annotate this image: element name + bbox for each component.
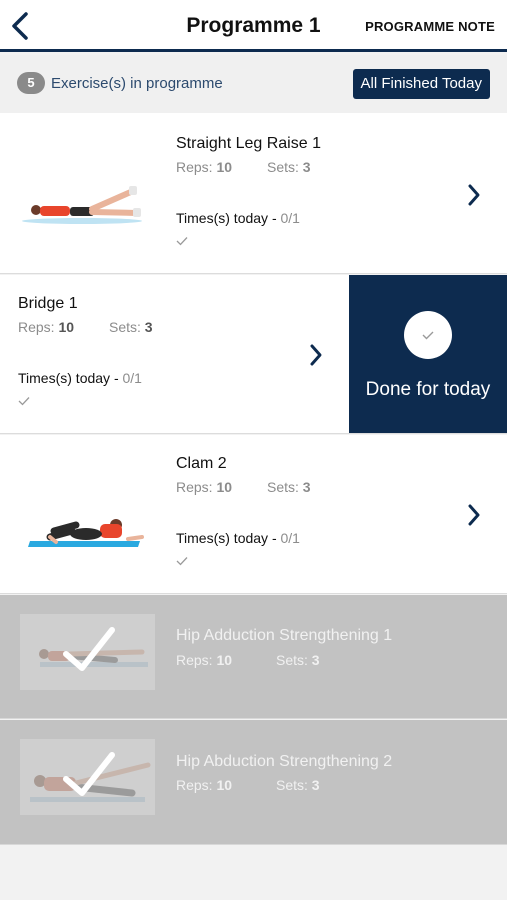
times-today: Times(s) today - 0/1	[18, 370, 142, 386]
exercise-card-hip-abduction[interactable]: Hip Abduction Strengthening 2 Reps: 10 S…	[0, 720, 507, 845]
reps-label: Reps:	[18, 319, 55, 335]
times-label: Times(s) today -	[176, 210, 277, 226]
sets-label: Sets:	[276, 652, 308, 668]
exercise-thumbnail	[20, 171, 155, 247]
times-value: 0/1	[280, 210, 300, 226]
chevron-right-icon[interactable]	[308, 343, 324, 367]
sets-value: 3	[311, 777, 320, 793]
exercise-card-straight-leg-raise[interactable]: Straight Leg Raise 1 Reps: 10 Sets: 3 Ti…	[0, 113, 507, 274]
done-for-today-button[interactable]: Done for today	[349, 275, 507, 433]
reps-value: 10	[58, 319, 75, 335]
exercise-count-badge: 5	[17, 72, 45, 94]
exercise-thumbnail	[20, 614, 155, 690]
sets-info: Sets: 3	[109, 319, 153, 335]
times-label: Times(s) today -	[18, 370, 119, 386]
reps-label: Reps:	[176, 479, 213, 495]
exercise-thumbnail	[20, 501, 155, 577]
sets-info: Sets: 3	[276, 652, 320, 668]
check-icon	[176, 237, 188, 246]
reps-info: Reps: 10	[176, 479, 232, 495]
times-today: Times(s) today - 0/1	[176, 210, 300, 226]
exercise-card-clam[interactable]: Clam 2 Reps: 10 Sets: 3 Times(s) today -…	[0, 435, 507, 594]
exercise-name: Hip Abduction Strengthening 2	[176, 753, 393, 770]
sets-label: Sets:	[109, 319, 141, 335]
reps-value: 10	[216, 652, 233, 668]
reps-label: Reps:	[176, 652, 213, 668]
check-icon	[422, 331, 434, 340]
reps-info: Reps: 10	[176, 159, 232, 175]
reps-info: Reps: 10	[176, 652, 232, 668]
exercise-name: Straight Leg Raise 1	[176, 135, 321, 152]
reps-value: 10	[216, 479, 233, 495]
exercise-thumbnail	[20, 739, 155, 815]
sets-label: Sets:	[267, 159, 299, 175]
exercise-name: Bridge 1	[18, 295, 78, 312]
sets-info: Sets: 3	[276, 777, 320, 793]
sets-info: Sets: 3	[267, 479, 311, 495]
reps-label: Reps:	[176, 777, 213, 793]
sets-label: Sets:	[267, 479, 299, 495]
times-today: Times(s) today - 0/1	[176, 530, 300, 546]
sets-value: 3	[302, 159, 311, 175]
chevron-right-icon[interactable]	[466, 183, 482, 207]
reps-value: 10	[216, 777, 233, 793]
sets-info: Sets: 3	[267, 159, 311, 175]
chevron-right-icon[interactable]	[466, 503, 482, 527]
times-value: 0/1	[280, 530, 300, 546]
sets-value: 3	[302, 479, 311, 495]
check-icon	[176, 557, 188, 566]
check-icon	[18, 397, 30, 406]
done-for-today-label: Done for today	[365, 379, 491, 400]
sets-label: Sets:	[276, 777, 308, 793]
programme-note-button[interactable]: PROGRAMME NOTE	[365, 19, 495, 34]
reps-label: Reps:	[176, 159, 213, 175]
reps-info: Reps: 10	[18, 319, 74, 335]
sets-value: 3	[144, 319, 153, 335]
exercise-card-hip-adduction[interactable]: Hip Adduction Strengthening 1 Reps: 10 S…	[0, 595, 507, 719]
sets-value: 3	[311, 652, 320, 668]
exercise-name: Hip Adduction Strengthening 1	[176, 627, 393, 644]
reps-info: Reps: 10	[176, 777, 232, 793]
exercise-count-label: Exercise(s) in programme	[51, 75, 223, 92]
app-header: Programme 1 PROGRAMME NOTE	[0, 0, 507, 52]
times-label: Times(s) today -	[176, 530, 277, 546]
reps-value: 10	[216, 159, 233, 175]
times-value: 0/1	[122, 370, 142, 386]
all-finished-today-button[interactable]: All Finished Today	[352, 69, 490, 99]
exercise-name: Clam 2	[176, 455, 227, 472]
programme-summary: 5 Exercise(s) in programme All Finished …	[0, 55, 507, 113]
done-circle	[404, 311, 452, 359]
